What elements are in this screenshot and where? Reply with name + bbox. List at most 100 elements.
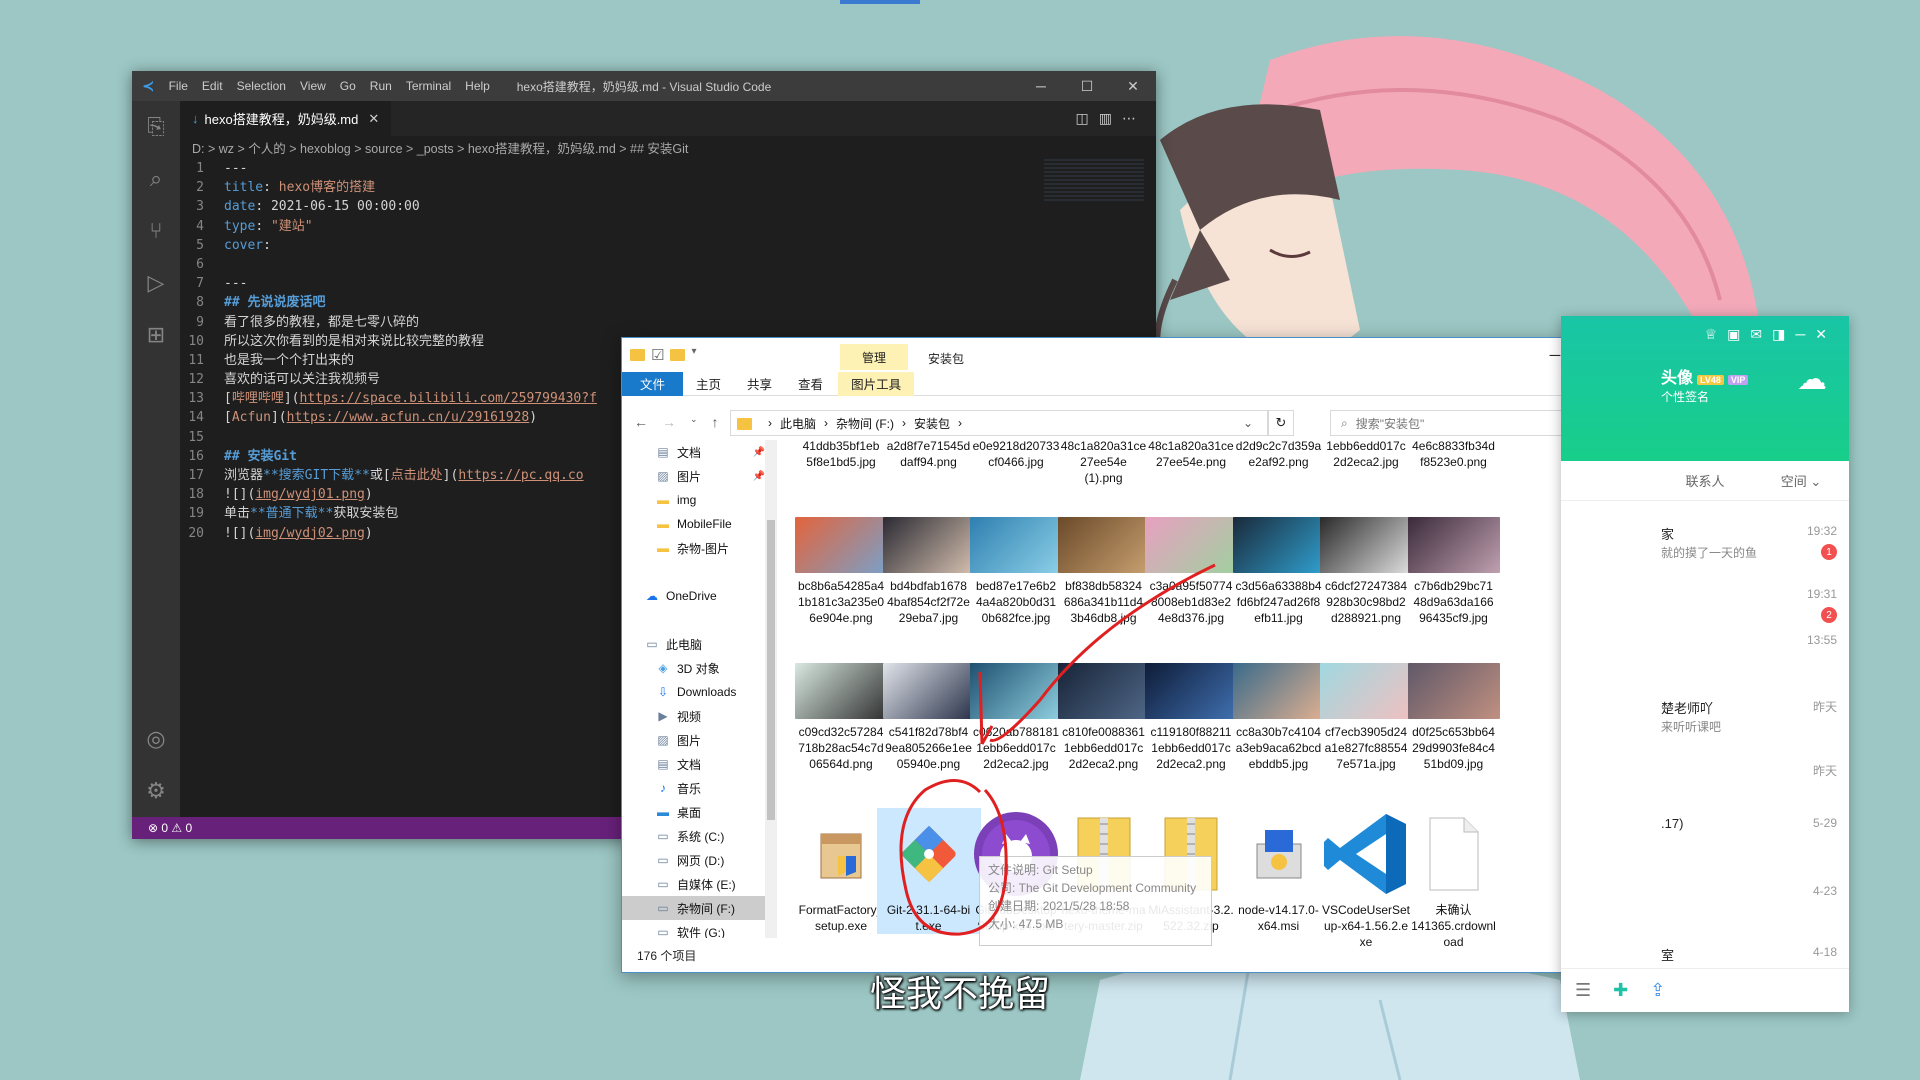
nav-item[interactable]: ▬ 桌面 [622,800,777,824]
qq-nickname[interactable]: 头像 LV48 VIP [1661,364,1749,388]
code-line[interactable]: 1 --- [180,159,1156,178]
path-field[interactable]: › 此电脑 › 杂物间 (F:) › 安装包 › ⌄ [730,410,1268,436]
skin-icon[interactable]: ♕ [1705,326,1728,342]
file-icon[interactable]: ◨ [1772,326,1795,342]
nav-item[interactable]: ▨ 图片 [622,728,777,752]
path-segment-folder[interactable]: 安装包 [914,415,950,432]
menu-edit[interactable]: Edit [202,79,223,93]
code-line[interactable]: 7 --- [180,274,1156,293]
menu-go[interactable]: Go [340,79,356,93]
nav-item[interactable]: ♪ 音乐 [622,776,777,800]
settings-gear-icon[interactable]: ⚙ [132,765,180,817]
close-button[interactable]: ✕ [1110,71,1156,101]
path-separator-icon: › [902,416,907,430]
code-line[interactable]: 5 cover: [180,236,1156,255]
recent-locations-icon[interactable]: ⌄ [690,414,698,430]
file-name: c7b6db29bc71 48d9a63da166 96435cf9.jpg [1413,579,1494,625]
weather-icon[interactable]: ☁ [1797,362,1827,397]
menu-file[interactable]: File [169,79,188,93]
code-line[interactable]: 2 title: hexo博客的搭建 [180,178,1156,197]
context-tab-manage[interactable]: 管理 [840,344,909,370]
chat-list-item[interactable]: 家就的摸了一天的鱼 19:32 1 [1561,514,1849,574]
chat-list-item[interactable]: 楚老师吖 来听听课吧 昨天 [1561,688,1849,748]
chat-list-item[interactable]: .17) 5-29 [1561,806,1849,866]
menu-terminal[interactable]: Terminal [406,79,451,93]
nav-item[interactable]: ▬ MobileFile [622,512,777,536]
menu-help[interactable]: Help [465,79,490,93]
breadcrumb[interactable]: D: > wz > 个人的 > hexoblog > source > _pos… [180,136,1156,158]
tab-view[interactable]: 查看 [785,372,836,396]
chat-list-item[interactable]: 13:55 [1561,623,1849,683]
minimize-button[interactable]: ─ [1018,71,1064,101]
mail-icon[interactable]: ✉ [1750,326,1772,342]
nav-item[interactable]: ▶ 视频 [622,704,777,728]
nav-item[interactable]: ▭ 此电脑 [622,632,777,656]
open-preview-icon[interactable]: ◫ [1076,110,1099,126]
tab-home[interactable]: 主页 [683,372,734,396]
nav-item[interactable]: ▤ 文档 📌 [622,440,777,464]
source-control-icon[interactable]: ⑂ [132,205,180,257]
split-editor-icon[interactable]: ▥ [1099,110,1122,126]
refresh-icon[interactable]: ↻ [1268,410,1294,436]
menu-run[interactable]: Run [370,79,392,93]
nav-item[interactable]: ☁ OneDrive [622,584,777,608]
path-segment-drive[interactable]: 杂物间 (F:) [836,415,894,432]
problems-status[interactable]: ⊗ 0 ⚠ 0 [148,821,192,835]
qq-signature[interactable]: 个性签名 [1661,388,1709,405]
search-icon[interactable]: ⌕ [132,153,180,205]
customize-toolbar-icon[interactable]: ▾ [691,346,696,364]
code-line[interactable]: 6 [180,255,1156,274]
nav-item[interactable]: ▭ 系统 (C:) [622,824,777,848]
account-icon[interactable]: ◎ [132,713,180,765]
image-file-item[interactable]: c7b6db29bc71 48d9a63da166 96435cf9.jpg [1402,517,1506,626]
tab-share[interactable]: 共享 [734,372,785,396]
nav-item[interactable]: ▭ 杂物间 (F:) [622,896,777,920]
file-item[interactable]: 4e6c8833fb34d f8523e0.png [1402,438,1506,470]
nav-item[interactable]: ▨ 图片 📌 [622,464,777,488]
run-debug-icon[interactable]: ▷ [132,257,180,309]
drive-icon: ▭ [657,901,669,915]
nav-item[interactable]: ▬ img [622,488,777,512]
tab-file[interactable]: 文件 [622,371,684,396]
app-icon[interactable]: ▣ [1727,326,1750,342]
code-line[interactable]: 9 看了很多的教程，都是七零八碎的 [180,313,1156,332]
chat-list-item[interactable]: 昨天 [1561,752,1849,812]
code-line[interactable]: 4 type: "建站" [180,217,1156,236]
close-tab-icon[interactable]: ✕ [368,111,379,127]
code-line[interactable]: 8 ## 先说说废话吧 [180,293,1156,312]
code-line[interactable]: 3 date: 2021-06-15 00:00:00 [180,197,1156,216]
back-arrow-icon[interactable]: ← [634,414,648,430]
minimize-button[interactable]: ─ [1795,326,1815,342]
path-dropdown-icon[interactable]: ⌄ [1243,416,1253,430]
nav-item[interactable]: ▤ 文档 [622,752,777,776]
explorer-icon[interactable]: ⎘ [132,101,180,153]
forward-arrow-icon[interactable]: → [662,414,676,430]
chat-list-item[interactable]: 4-23 [1561,874,1849,934]
properties-icon[interactable]: ☑ [651,346,664,364]
tab-space[interactable]: 空间 ⌄ [1753,471,1849,490]
menu-view[interactable]: View [300,79,326,93]
maximize-button[interactable]: ☐ [1064,71,1110,101]
drive-icon: ▭ [657,925,669,938]
tab-markdown-file[interactable]: ↓ hexo搭建教程，奶妈级.md ✕ [180,101,392,136]
close-button[interactable]: ✕ [1815,326,1837,342]
tab-contacts[interactable]: 联系人 [1657,471,1753,490]
new-folder-icon[interactable] [670,346,686,364]
menu-selection[interactable]: Selection [237,79,286,93]
nav-item[interactable]: ⇩ Downloads [622,680,777,704]
nav-item[interactable]: ◈ 3D 对象 [622,656,777,680]
extensions-icon[interactable]: ⊞ [132,309,180,361]
tooltip-line: 文件说明: Git Setup [988,863,1093,877]
image-file-item[interactable]: d0f25c653bb64 29d9903fe84c4 51bd09.jpg [1402,663,1506,772]
nav-item[interactable]: ▭ 软件 (G:) [622,920,777,938]
tab-picture-tools[interactable]: 图片工具 [838,371,915,396]
path-segment-this-pc[interactable]: 此电脑 [780,415,816,432]
nav-item[interactable]: ▬ 杂物-图片 [622,536,777,560]
nav-item[interactable]: ▭ 自媒体 (E:) [622,872,777,896]
nav-scrollbar[interactable] [765,440,777,938]
installer-file-item[interactable]: 未确认 141365.crdownl oad [1402,808,1506,950]
more-actions-icon[interactable]: ⋯ [1122,110,1146,126]
nav-item[interactable]: ▭ 网页 (D:) [622,848,777,872]
up-arrow-icon[interactable]: ↑ [712,414,719,430]
minimap[interactable] [1044,159,1144,201]
